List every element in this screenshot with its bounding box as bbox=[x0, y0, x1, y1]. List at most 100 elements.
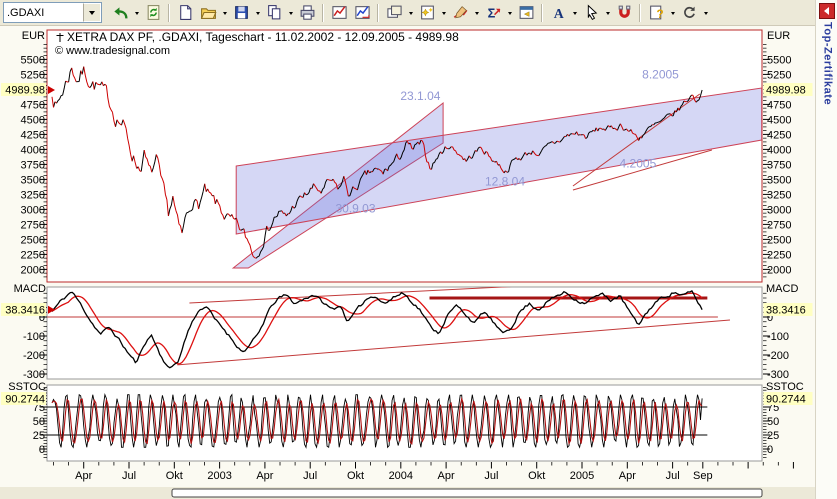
x-tick-label: Jul bbox=[122, 470, 136, 482]
side-tab-top-zertifikate[interactable]: Top-Zertifikate bbox=[820, 22, 834, 132]
y-tick-label: 2000 bbox=[767, 264, 791, 276]
macd-panel bbox=[46, 286, 763, 380]
combobox-dropdown-icon[interactable] bbox=[83, 3, 101, 22]
copy-button[interactable] bbox=[263, 2, 285, 23]
h-scrollbar-thumb[interactable] bbox=[171, 488, 763, 498]
pointer-dropdown-arrow-icon[interactable] bbox=[603, 2, 612, 23]
macd-current-label-right: 38.3416 bbox=[766, 305, 806, 317]
svg-text:?: ? bbox=[656, 8, 663, 21]
y-tick-label: 3750 bbox=[21, 159, 45, 171]
open-folder-icon bbox=[200, 8, 217, 19]
formula-button[interactable]: Σ bbox=[482, 2, 504, 23]
refresh-button[interactable] bbox=[678, 2, 700, 23]
save-button[interactable] bbox=[230, 2, 252, 23]
toolbar-separator bbox=[322, 3, 324, 22]
y-tick-label: 0 bbox=[39, 444, 45, 456]
date-annotation: 12.8.04 bbox=[485, 174, 525, 188]
y-tick-label: 5500 bbox=[21, 54, 45, 66]
pointer-tool-button[interactable] bbox=[580, 2, 602, 23]
indicator-dropdown-arrow-icon[interactable] bbox=[439, 2, 448, 23]
x-tick-label: Jul bbox=[303, 470, 317, 482]
svg-text:A: A bbox=[553, 6, 563, 21]
collapse-panel-button[interactable] bbox=[818, 3, 835, 19]
x-tick-label: Jul bbox=[666, 470, 680, 482]
panel-label-sstoc-left: SSTOC bbox=[8, 381, 46, 393]
watermark: © www.tradesignal.com bbox=[55, 45, 170, 57]
new-page-icon bbox=[179, 5, 191, 20]
refresh-data-button[interactable] bbox=[142, 2, 164, 23]
y-tick-label: 3250 bbox=[767, 189, 791, 201]
sstoc-current-label-right: 90.2744 bbox=[766, 394, 806, 406]
triangle-left-icon bbox=[820, 7, 829, 15]
y-tick-label: 50 bbox=[767, 416, 779, 428]
y-tick-label: 4000 bbox=[21, 144, 45, 156]
panel-label-macd-right: MACD bbox=[766, 283, 798, 295]
new-indicator-button[interactable] bbox=[416, 2, 438, 23]
symbol-combobox[interactable]: .GDAXI bbox=[3, 2, 102, 23]
layout-dropdown-arrow-icon[interactable] bbox=[406, 2, 415, 23]
y-tick-label: -200 bbox=[767, 350, 789, 362]
y-tick-label: 2000 bbox=[21, 264, 45, 276]
unit-label-eur-left: EUR bbox=[22, 30, 45, 42]
open-dropdown-arrow-icon[interactable] bbox=[220, 2, 229, 23]
y-tick-label: 3500 bbox=[21, 174, 45, 186]
x-tick-label: Apr bbox=[619, 470, 636, 482]
y-tick-label: 4750 bbox=[767, 99, 791, 111]
y-tick-label: 3000 bbox=[767, 204, 791, 216]
properties-window-icon bbox=[519, 6, 533, 19]
print-button[interactable] bbox=[296, 2, 318, 23]
draw-tools-button[interactable] bbox=[449, 2, 471, 23]
printer-icon bbox=[300, 5, 314, 20]
chart-tool-red-button[interactable] bbox=[328, 2, 350, 23]
toolbar-separator bbox=[639, 3, 641, 22]
y-tick-label: 50 bbox=[33, 416, 45, 428]
x-tick-label: 2004 bbox=[389, 470, 413, 482]
note-question-icon: ? bbox=[649, 5, 663, 21]
y-tick-label: 0 bbox=[767, 444, 773, 456]
undo-dropdown-arrow-icon[interactable] bbox=[132, 2, 141, 23]
y-tick-label: 2500 bbox=[21, 234, 45, 246]
draw-dropdown-arrow-icon[interactable] bbox=[472, 2, 481, 23]
save-dropdown-arrow-icon[interactable] bbox=[253, 2, 262, 23]
toolbar-separator bbox=[541, 3, 543, 22]
pen-draw-icon bbox=[453, 6, 467, 19]
refresh-dropdown-arrow-icon[interactable] bbox=[701, 2, 710, 23]
notes-dropdown-arrow-icon[interactable] bbox=[668, 2, 677, 23]
y-tick-label: 3250 bbox=[21, 189, 45, 201]
text-tool-button[interactable]: A bbox=[547, 2, 569, 23]
undo-button[interactable] bbox=[109, 2, 131, 23]
open-button[interactable] bbox=[197, 2, 219, 23]
chart-tool-blue-button[interactable] bbox=[351, 2, 373, 23]
price-current-label-left: 4989.98 bbox=[5, 85, 45, 97]
y-tick-label: 25 bbox=[33, 430, 45, 442]
y-tick-label: 3750 bbox=[767, 159, 791, 171]
y-tick-label: 2750 bbox=[21, 219, 45, 231]
workspace-layout-button[interactable] bbox=[383, 2, 405, 23]
panel-label-sstoc-right: SSTOC bbox=[766, 381, 804, 393]
y-tick-label: 2250 bbox=[767, 249, 791, 261]
side-panel: Top-Zertifikate bbox=[815, 0, 837, 499]
copy-dropdown-arrow-icon[interactable] bbox=[286, 2, 295, 23]
sst-panel bbox=[46, 384, 763, 462]
text-a-icon: A bbox=[553, 6, 563, 21]
y-tick-label: 2500 bbox=[767, 234, 791, 246]
y-tick-label: 4000 bbox=[767, 144, 791, 156]
rotate-refresh-icon bbox=[683, 6, 695, 18]
x-tick-label: Okt bbox=[347, 470, 364, 482]
chart-canvas[interactable]: 23.1.04 30.9.03 12.8.04 4.2005 8.2005 5500 550… bbox=[0, 0, 837, 499]
panel-label-macd-left: MACD bbox=[14, 283, 46, 295]
snap-magnet-button[interactable] bbox=[613, 2, 635, 23]
new-chart-button[interactable] bbox=[174, 2, 196, 23]
stacked-pages-icon bbox=[386, 5, 402, 18]
y-tick-label: 4500 bbox=[21, 114, 45, 126]
price-current-label-right: 4989.98 bbox=[766, 85, 806, 97]
toolbar-separator bbox=[168, 3, 170, 22]
magnet-icon bbox=[618, 5, 630, 18]
x-tick-label: Jul bbox=[484, 470, 498, 482]
properties-button[interactable] bbox=[515, 2, 537, 23]
y-tick-label: -300 bbox=[23, 369, 45, 381]
formula-dropdown-arrow-icon[interactable] bbox=[505, 2, 514, 23]
unit-label-eur-right: EUR bbox=[767, 30, 790, 42]
text-dropdown-arrow-icon[interactable] bbox=[570, 2, 579, 23]
help-notes-button[interactable]: ? bbox=[645, 2, 667, 23]
